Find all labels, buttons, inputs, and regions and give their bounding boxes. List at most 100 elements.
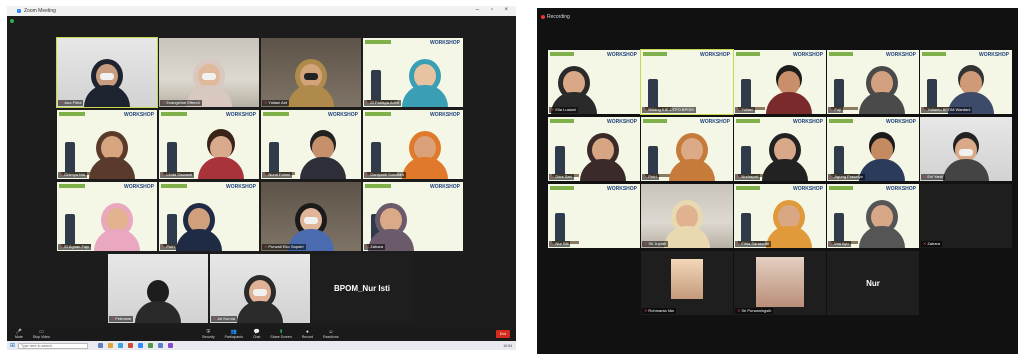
video-tile[interactable]: WORKSHOP ✕Nurul Fahmi [261, 110, 361, 179]
poster-title: WORKSHOP [328, 112, 358, 118]
app-icon[interactable] [158, 343, 164, 348]
mute-button[interactable]: 🎤 Mute [15, 329, 23, 339]
taskbar-search-input[interactable]: Type here to search [18, 342, 89, 349]
app-icon[interactable] [118, 343, 124, 348]
video-tile[interactable]: WORKSHOP ✕El Agnan Fajri [57, 182, 157, 251]
video-tile[interactable]: WORKSHOP ✕Bidang KIE-DTPO BPOM [640, 49, 734, 115]
participant-name: ✕Ima Ayu [828, 241, 851, 247]
video-tile[interactable]: ✕Yuliani Aet [261, 38, 361, 107]
participant-name: ✕Ana Fitria [58, 100, 84, 106]
participant-name: ✕Linda Siswanti [160, 172, 195, 178]
end-meeting-button[interactable]: End [496, 330, 510, 338]
windows-start-icon[interactable]: ⊞ [10, 342, 15, 349]
video-tile[interactable]: ✕Purwati Eko Saputri [261, 182, 361, 251]
app-icon[interactable] [98, 343, 104, 348]
poster-title: WORKSHOP [430, 184, 460, 190]
participant-name: ✕Purwati Eko Saputri [262, 244, 306, 250]
zoom-window-gallery-right: Recording WORKSHOP ✕Ella Lusiani WORKSHO… [537, 8, 1018, 354]
participant-name: ✕El Farlisya Arifin [364, 100, 402, 106]
video-tile[interactable]: WORKSHOP ✕Putri [641, 117, 733, 181]
participant-name: ✕Nurul Fahmi [262, 172, 293, 178]
windows-taskbar: ⊞ Type here to search 10:04 [7, 341, 516, 350]
security-shield-icon[interactable] [10, 19, 14, 23]
video-tile[interactable]: WORKSHOP ✕Ella Lusiani [548, 50, 640, 114]
poster-title: WORKSHOP [979, 52, 1009, 58]
window-title: Zoom Meeting [24, 8, 56, 14]
participant-name: ✕Ari Kurnia [211, 316, 237, 322]
video-tile-off[interactable]: Nur [827, 251, 919, 315]
video-tile[interactable]: WORKSHOP ✕Fuji [827, 50, 919, 114]
window-titlebar: Zoom Meeting – ▫ × [7, 6, 516, 16]
participant-name: ✕Bidang KIE-DTPO BPOM [642, 107, 696, 113]
video-tile[interactable]: WORKSHOP ✕Agung Prasetyo [827, 117, 919, 181]
app-icon[interactable] [128, 343, 134, 348]
reactions-button[interactable]: ☺ Reactions [323, 329, 339, 339]
stop-video-button[interactable]: ▭ Stop Video [33, 329, 50, 339]
video-tile[interactable]: ✕Febriane [108, 254, 208, 323]
video-tile[interactable]: WORKSHOP ✕Fitria Saraswati [734, 184, 826, 248]
video-tile[interactable]: ✕Ari Kurnia [210, 254, 310, 323]
participant-name: ✕Putri [642, 174, 659, 180]
video-tile[interactable]: WORKSHOP ✕Yuliani [734, 50, 826, 114]
participant-name: ✕Rohmania Nia [642, 308, 676, 314]
video-tile[interactable]: WORKSHOP ✕Putri [159, 182, 259, 251]
participant-name: ✕Nurhayati [735, 174, 761, 180]
video-tile[interactable]: WORKSHOP ✕Zahara [363, 182, 463, 251]
participant-name: ✕El Agnan Fajri [58, 244, 92, 250]
participant-name: ✕Yulianto BPOM Wardani [921, 107, 973, 113]
participant-name: ✕Putri [160, 244, 177, 250]
video-tile-off[interactable]: ✕Zahara [920, 184, 1012, 248]
poster-title: WORKSHOP [430, 112, 460, 118]
share-screen-button[interactable]: ⬆ Share Screen [270, 329, 291, 339]
app-icon[interactable] [148, 343, 154, 348]
participant-name: ✕Yuliani [735, 107, 756, 113]
chat-button[interactable]: 💬 Chat [253, 329, 260, 339]
record-button[interactable]: ● Record [302, 329, 313, 339]
participant-name: ✕Evangeline Effendi [160, 100, 202, 106]
video-tile[interactable]: WORKSHOP ✕Dhimya Nia [57, 110, 157, 179]
participant-big-name: BPOM_Nur Isti [333, 284, 390, 294]
video-tile[interactable]: WORKSHOP ✕Nur Siti [548, 184, 640, 248]
video-tile-off[interactable]: BPOM_Nur Isti [312, 254, 412, 323]
video-tile[interactable]: ✕Evi Yanti [920, 117, 1012, 181]
participant-name: ✕Fuji [828, 107, 843, 113]
zoom-logo-icon [17, 9, 21, 13]
poster-title: WORKSHOP [124, 112, 154, 118]
participant-photo [756, 257, 804, 307]
app-icon[interactable] [138, 343, 144, 348]
participant-big-name: Nur [866, 279, 880, 289]
video-tile[interactable]: ✕Evangeline Effendi [159, 38, 259, 107]
video-tile[interactable]: WORKSHOP ✕Dina Sari [548, 117, 640, 181]
video-tile[interactable]: WORKSHOP ✕Yulianto BPOM Wardani [920, 50, 1012, 114]
video-tile[interactable]: ✕Sri Jupiati [641, 184, 733, 248]
taskbar-clock: 10:04 [503, 343, 512, 348]
video-tile[interactable]: WORKSHOP ✕Linda Siswanti [159, 110, 259, 179]
window-controls[interactable]: – ▫ × [476, 7, 513, 13]
participants-button[interactable]: 👥 Participants [225, 329, 243, 339]
participant-name: ✕Nur Siti [549, 241, 571, 247]
participant-name: ✕Sri Purwaningsih [735, 308, 774, 314]
poster-title: WORKSHOP [793, 186, 823, 192]
participant-name: ✕Dhimya Nia [58, 172, 88, 178]
poster-title: WORKSHOP [886, 186, 916, 192]
video-tile[interactable]: ✕Ana Fitria [56, 37, 158, 108]
recording-indicator[interactable]: Recording [541, 14, 570, 20]
video-tile[interactable]: ✕Rohmania Nia [641, 251, 733, 315]
recording-dot-icon [541, 15, 545, 19]
participant-name: ✕Evi Yanti [921, 174, 945, 180]
video-tile[interactable]: WORKSHOP ✕Nurhayati [734, 117, 826, 181]
video-tile[interactable]: WORKSHOP ✕Daniyanti Sondakh [363, 110, 463, 179]
poster-title: WORKSHOP [607, 52, 637, 58]
participant-name: ✕Yuliani Aet [262, 100, 290, 106]
video-tile[interactable]: ✕Sri Purwaningsih [734, 251, 826, 315]
poster-title: WORKSHOP [793, 119, 823, 125]
video-tile[interactable]: WORKSHOP ✕El Farlisya Arifin [363, 38, 463, 107]
poster-title: WORKSHOP [886, 52, 916, 58]
security-button[interactable]: ⛨ Security [202, 329, 215, 339]
participant-name: ✕Agung Prasetyo [828, 174, 865, 180]
poster-title: WORKSHOP [124, 184, 154, 190]
app-icon[interactable] [108, 343, 114, 348]
video-tile[interactable]: WORKSHOP ✕Ima Ayu [827, 184, 919, 248]
app-icon[interactable] [168, 343, 174, 348]
participant-name: ✕Zahara [364, 244, 386, 250]
